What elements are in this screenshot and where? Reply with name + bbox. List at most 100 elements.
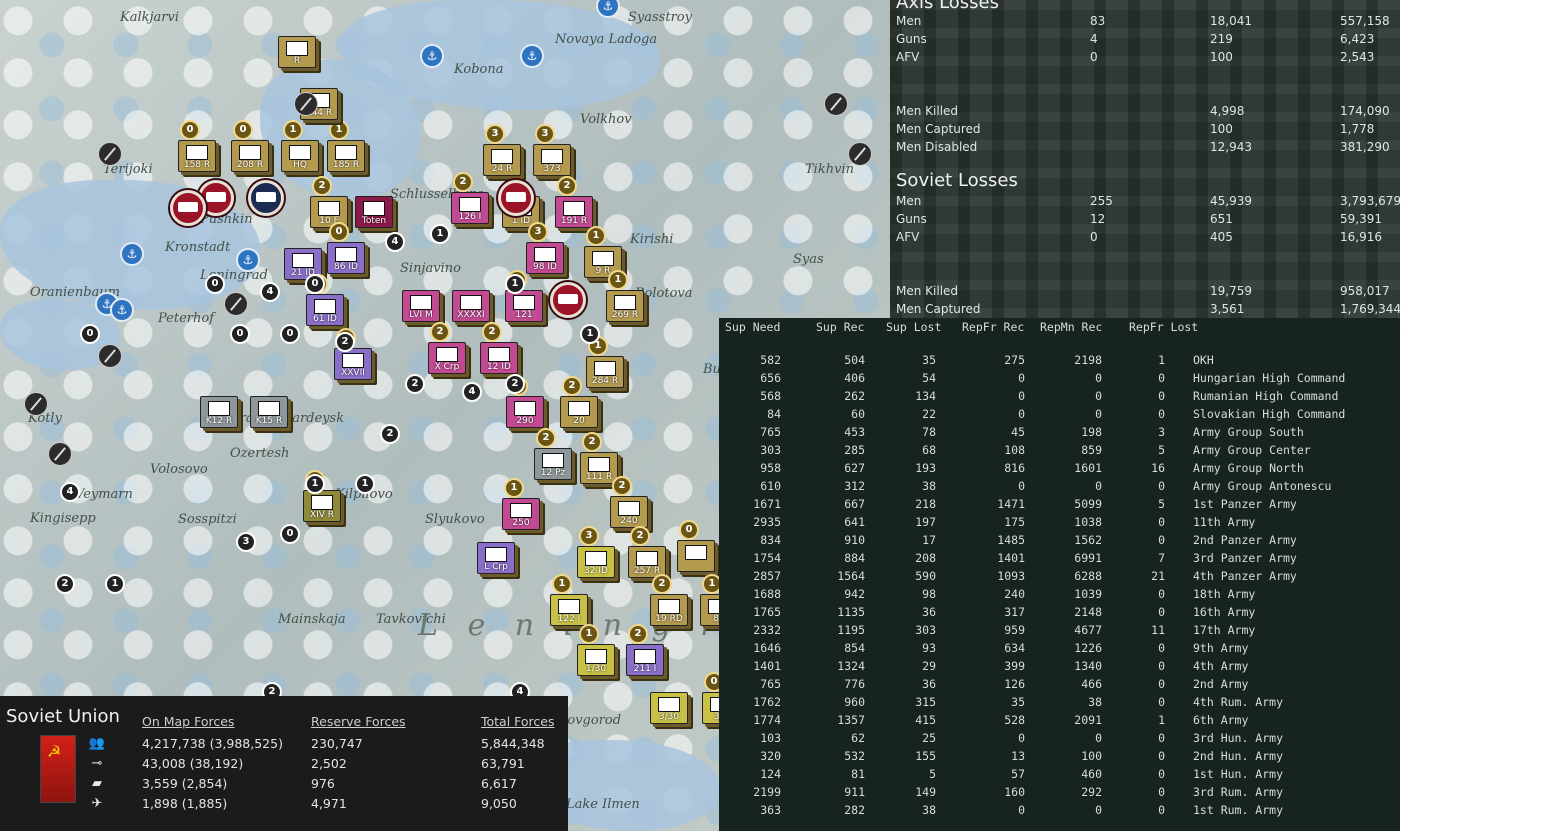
command-name: 1st Rum. Army [1193, 803, 1284, 817]
unit-counter[interactable]: 240 [610, 496, 648, 528]
unit-label: Toten [361, 216, 387, 226]
unit-move-badge: 0 [679, 520, 699, 540]
unit-counter[interactable]: 290 [506, 396, 544, 428]
supply-row: 582 504 35 275 2198 1 OKH [719, 353, 1400, 371]
unit-counter[interactable]: HQ [281, 140, 319, 172]
command-name: 4th Rum. Army [1193, 695, 1284, 709]
supply-value: 0 [1018, 479, 1025, 493]
unit-label: 3/30 [658, 712, 680, 722]
unit-type-icon [342, 353, 364, 368]
supply-value: 320 [760, 749, 781, 763]
unit-counter[interactable]: XXXXI [452, 290, 490, 322]
supply-value: 36 [922, 677, 936, 691]
unit-counter[interactable]: 121 [505, 290, 543, 322]
unit-type-icon [488, 347, 510, 362]
unit-label: 126 I [458, 212, 482, 222]
supply-value: 0 [1158, 389, 1165, 403]
supply-value: 45 [1011, 425, 1025, 439]
unit-counter[interactable]: L Crp [477, 542, 515, 574]
on-map-forces-header: On Map Forces [142, 714, 235, 729]
unit-counter[interactable]: 20 [560, 396, 598, 428]
unit-counter[interactable]: 185 R [327, 140, 365, 172]
supply-value: 466 [1081, 677, 1102, 691]
loss-row: Guns 4 219 6,423 [896, 32, 1396, 50]
supply-value: 312 [844, 479, 865, 493]
unit-counter[interactable]: 191 R [555, 196, 593, 228]
unit-type-icon [289, 145, 311, 160]
unit-label: 98 ID [533, 262, 557, 272]
unit-counter[interactable]: 24 R [483, 144, 521, 176]
unit-counter[interactable]: K12 R [200, 396, 238, 428]
supply-value: 1135 [837, 605, 865, 619]
place-name: Syasstroy [628, 10, 692, 25]
unit-counter[interactable]: 19 RD [650, 594, 688, 626]
unit-counter[interactable]: 284 R [586, 356, 624, 388]
reserve-forces-header: Reserve Forces [311, 714, 406, 729]
forces-value: 63,791 [481, 756, 525, 771]
unit-counter[interactable]: XXVII [334, 348, 372, 380]
unit-counter[interactable]: 111 R [580, 452, 618, 484]
unit-label: HQ [293, 160, 307, 170]
unit-counter[interactable]: 208 R [231, 140, 269, 172]
soviet-tank-token[interactable] [170, 190, 206, 226]
unit-label: 122 I [557, 614, 581, 624]
supply-value: 13 [1011, 749, 1025, 763]
unit-counter[interactable]: 12 Pz [534, 448, 572, 480]
aircraft-icon: ✈ [91, 796, 103, 811]
loss-label: Guns [896, 212, 927, 226]
supply-row: 1754 884 208 1401 6991 7 3rd Panzer Army [719, 551, 1400, 569]
supply-value: 1754 [753, 551, 781, 565]
supply-row: 765 776 36 126 466 0 2nd Army [719, 677, 1400, 695]
unit-counter[interactable]: 126 I [451, 192, 489, 224]
unit-counter[interactable]: 122 I [550, 594, 588, 626]
unit-counter[interactable]: Toten [355, 196, 393, 228]
loss-value: 59,391 [1340, 212, 1382, 226]
unit-counter[interactable]: 98 ID [526, 242, 564, 274]
supply-value: 275 [1004, 353, 1025, 367]
unit-type-icon [239, 145, 261, 160]
unit-counter[interactable]: 3/30 [650, 692, 688, 724]
unit-counter[interactable]: 250 [502, 498, 540, 530]
supply-value: 1562 [1074, 533, 1102, 547]
unit-counter[interactable]: XIV R [303, 490, 341, 522]
loss-row: Men 83 18,041 557,158 [896, 14, 1396, 32]
soviet-tank-token[interactable] [498, 180, 534, 216]
soviet-tank-token[interactable] [550, 282, 586, 318]
unit-counter[interactable]: 86 ID [327, 242, 365, 274]
command-name: 2nd Panzer Army [1193, 533, 1297, 547]
supply-value: 959 [1004, 623, 1025, 637]
unit-counter[interactable]: X Crp [428, 342, 466, 374]
command-name: 6th Army [1193, 713, 1249, 727]
unit-counter[interactable]: 61 ID [306, 294, 344, 326]
unit-counter[interactable]: 269 R [606, 290, 644, 322]
unit-move-badge: 2 [562, 376, 582, 396]
unit-counter[interactable]: R [278, 36, 316, 68]
losses-panel: Axis Losses Men 83 18,041 557,158 Guns 4 219 6,… [890, 0, 1401, 334]
forces-value: 1,898 (1,885) [142, 796, 228, 811]
unit-counter[interactable]: 158 R [178, 140, 216, 172]
tank-icon: ▰ [92, 776, 102, 791]
unit-label: 185 R [332, 160, 360, 170]
unit-counter[interactable] [677, 540, 715, 572]
unit-counter[interactable]: 32 ID [577, 546, 615, 578]
unit-type-icon [618, 501, 640, 516]
unit-type-icon [459, 197, 481, 212]
unit-counter[interactable]: LVI M [402, 290, 440, 322]
unit-counter[interactable]: 1/30 [577, 644, 615, 676]
place-name: Volosovo [150, 462, 208, 477]
airfield-icon [224, 292, 248, 316]
airfield-icon [848, 142, 872, 166]
unit-counter[interactable]: 211 I [626, 644, 664, 676]
unit-counter[interactable]: K15 R [250, 396, 288, 428]
loss-value: 6,423 [1340, 32, 1375, 46]
supply-value: 2199 [753, 785, 781, 799]
tank-icon [256, 192, 276, 202]
loss-value: 16,916 [1340, 230, 1382, 244]
unit-counter[interactable]: 373 [533, 144, 571, 176]
soviet-tank-token[interactable] [248, 180, 284, 216]
unit-type-icon [436, 347, 458, 362]
command-name: 2nd Army [1193, 677, 1249, 691]
supply-value: 6288 [1074, 569, 1102, 583]
loss-value: 557,158 [1340, 14, 1390, 28]
unit-counter[interactable]: 12 ID [480, 342, 518, 374]
